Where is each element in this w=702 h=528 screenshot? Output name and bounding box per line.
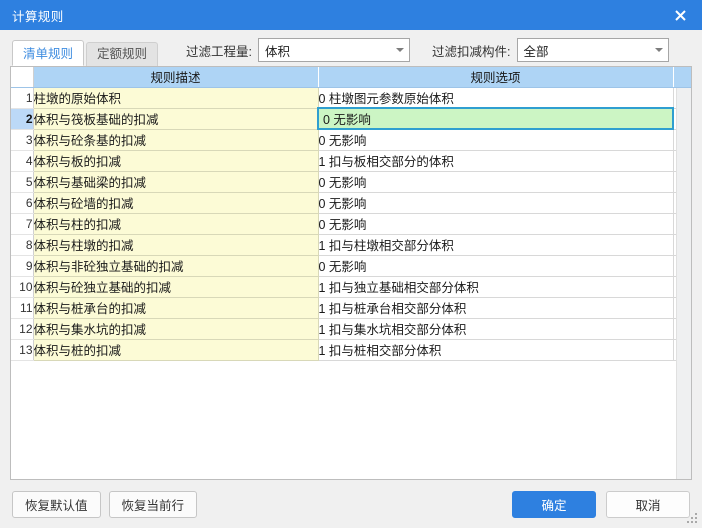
rule-description-cell[interactable]: 体积与桩的扣减 bbox=[33, 339, 319, 361]
rule-description-cell[interactable]: 体积与砼条基的扣减 bbox=[33, 129, 319, 151]
rule-option-cell[interactable]: 0 无影响 bbox=[317, 107, 674, 130]
row-number-cell[interactable]: 6 bbox=[11, 192, 34, 214]
table-row[interactable]: 10 体积与砼独立基础的扣减 1 扣与独立基础相交部分体积 bbox=[11, 276, 691, 298]
column-header-description[interactable]: 规则描述 bbox=[33, 67, 319, 88]
rule-option-cell[interactable]: 1 扣与桩承台相交部分体积 bbox=[318, 297, 674, 319]
rule-option-cell[interactable]: 0 无影响 bbox=[318, 255, 674, 277]
close-button[interactable] bbox=[658, 0, 702, 30]
row-number-cell[interactable]: 5 bbox=[11, 171, 34, 193]
filter-quantity-select[interactable]: 体积 bbox=[258, 38, 411, 62]
title-bar: 计算规则 bbox=[0, 0, 702, 30]
table-body: 1 柱墩的原始体积 0 柱墩图元参数原始体积 2 体积与筏板基础的扣减 0 无影响 3 体积与… bbox=[11, 87, 691, 361]
rule-option-cell[interactable]: 1 扣与柱墩相交部分体积 bbox=[318, 234, 674, 256]
rule-option-cell[interactable]: 1 扣与桩相交部分体积 bbox=[318, 339, 674, 361]
tab-list-rules[interactable]: 清单规则 bbox=[12, 40, 85, 66]
ok-button[interactable]: 确定 bbox=[512, 490, 596, 518]
row-number-cell[interactable]: 8 bbox=[11, 234, 34, 256]
table-row[interactable]: 11 体积与桩承台的扣减 1 扣与桩承台相交部分体积 bbox=[11, 297, 691, 319]
rule-option-cell[interactable]: 0 无影响 bbox=[318, 192, 674, 214]
table-row[interactable]: 13 体积与桩的扣减 1 扣与桩相交部分体积 bbox=[11, 339, 691, 361]
filter-quantity-group: 过滤工程量: 体积 bbox=[186, 38, 411, 62]
filter-deduction-value: 全部 bbox=[523, 44, 549, 59]
table-row[interactable]: 6 体积与砼墙的扣减 0 无影响 bbox=[11, 192, 691, 214]
resize-grip[interactable] bbox=[687, 513, 699, 525]
rule-option-cell[interactable]: 0 无影响 bbox=[318, 213, 674, 235]
chevron-down-icon bbox=[391, 39, 409, 61]
row-number-cell[interactable]: 12 bbox=[11, 318, 34, 340]
footer-bar: 恢复默认值 恢复当前行 确定 取消 bbox=[0, 480, 702, 528]
chevron-down-icon bbox=[650, 39, 668, 61]
rule-description-cell[interactable]: 体积与板的扣减 bbox=[33, 150, 319, 172]
row-number-cell[interactable]: 3 bbox=[11, 129, 34, 151]
tab-list-rules-label: 清单规则 bbox=[23, 47, 74, 61]
rules-grid[interactable]: 规则描述 规则选项 1 柱墩的原始体积 0 柱墩图元参数原始体积 2 体积与筏板基础的扣… bbox=[10, 66, 692, 480]
table-row[interactable]: 2 体积与筏板基础的扣减 0 无影响 bbox=[11, 107, 691, 130]
filter-deduction-select[interactable]: 全部 bbox=[516, 38, 669, 62]
row-number-cell[interactable]: 11 bbox=[11, 297, 34, 319]
filter-quantity-value: 体积 bbox=[265, 44, 291, 59]
tab-bar: 清单规则 定额规则 bbox=[12, 30, 159, 66]
restore-default-button[interactable]: 恢复默认值 bbox=[12, 490, 101, 518]
row-number-cell[interactable]: 2 bbox=[11, 108, 34, 130]
cancel-button[interactable]: 取消 bbox=[606, 490, 690, 518]
footer-right-actions: 确定 取消 bbox=[512, 490, 690, 518]
rule-option-cell[interactable]: 1 扣与板相交部分的体积 bbox=[318, 150, 674, 172]
grid-empty-area bbox=[11, 360, 691, 479]
toolbar: 清单规则 定额规则 过滤工程量: 体积 过滤扣减构件: 全部 bbox=[0, 30, 702, 66]
row-number-cell[interactable]: 7 bbox=[11, 213, 34, 235]
rule-option-cell[interactable]: 1 扣与集水坑相交部分体积 bbox=[318, 318, 674, 340]
footer-left-actions: 恢复默认值 恢复当前行 bbox=[12, 490, 198, 518]
row-number-cell[interactable]: 4 bbox=[11, 150, 34, 172]
rule-description-cell[interactable]: 体积与砼独立基础的扣减 bbox=[33, 276, 319, 298]
tab-quota-rules[interactable]: 定额规则 bbox=[86, 42, 159, 66]
column-header-spacer bbox=[673, 67, 691, 88]
window-title: 计算规则 bbox=[12, 9, 64, 24]
table-row[interactable]: 4 体积与板的扣减 1 扣与板相交部分的体积 bbox=[11, 150, 691, 172]
table-row[interactable]: 12 体积与集水坑的扣减 1 扣与集水坑相交部分体积 bbox=[11, 318, 691, 340]
vertical-scrollbar[interactable] bbox=[676, 88, 691, 479]
filter-deduction-group: 过滤扣减构件: 全部 bbox=[432, 38, 669, 62]
rule-option-cell[interactable]: 0 无影响 bbox=[318, 171, 674, 193]
rule-description-cell[interactable]: 体积与柱的扣减 bbox=[33, 213, 319, 235]
calculation-rules-dialog: 计算规则 清单规则 定额规则 过滤工程量: 体积 过滤扣减构件: 全部 规则描述… bbox=[0, 0, 702, 528]
row-number-cell[interactable]: 1 bbox=[11, 87, 34, 109]
close-icon bbox=[674, 9, 686, 21]
table-row[interactable]: 7 体积与柱的扣减 0 无影响 bbox=[11, 213, 691, 235]
table-row[interactable]: 8 体积与柱墩的扣减 1 扣与柱墩相交部分体积 bbox=[11, 234, 691, 256]
column-header-rownum bbox=[11, 67, 34, 88]
rule-description-cell[interactable]: 体积与筏板基础的扣减 bbox=[33, 108, 319, 130]
rule-description-cell[interactable]: 体积与非砼独立基础的扣减 bbox=[33, 255, 319, 277]
rule-description-cell[interactable]: 柱墩的原始体积 bbox=[33, 87, 319, 109]
rule-description-cell[interactable]: 体积与柱墩的扣减 bbox=[33, 234, 319, 256]
table-row[interactable]: 3 体积与砼条基的扣减 0 无影响 bbox=[11, 129, 691, 151]
tab-quota-rules-label: 定额规则 bbox=[97, 47, 148, 61]
table-row[interactable]: 9 体积与非砼独立基础的扣减 0 无影响 bbox=[11, 255, 691, 277]
rules-table: 规则描述 规则选项 1 柱墩的原始体积 0 柱墩图元参数原始体积 2 体积与筏板基础的扣… bbox=[11, 67, 691, 361]
filter-bar: 过滤工程量: 体积 过滤扣减构件: 全部 bbox=[186, 38, 669, 66]
rule-description-cell[interactable]: 体积与集水坑的扣减 bbox=[33, 318, 319, 340]
rule-description-cell[interactable]: 体积与基础梁的扣减 bbox=[33, 171, 319, 193]
table-header: 规则描述 规则选项 bbox=[11, 67, 691, 88]
row-number-cell[interactable]: 9 bbox=[11, 255, 34, 277]
rule-option-cell[interactable]: 0 柱墩图元参数原始体积 bbox=[318, 87, 674, 109]
row-number-cell[interactable]: 13 bbox=[11, 339, 34, 361]
rule-description-cell[interactable]: 体积与桩承台的扣减 bbox=[33, 297, 319, 319]
table-row[interactable]: 1 柱墩的原始体积 0 柱墩图元参数原始体积 bbox=[11, 87, 691, 109]
rule-option-cell[interactable]: 1 扣与独立基础相交部分体积 bbox=[318, 276, 674, 298]
rule-option-cell[interactable]: 0 无影响 bbox=[318, 129, 674, 151]
rule-description-cell[interactable]: 体积与砼墙的扣减 bbox=[33, 192, 319, 214]
filter-deduction-label: 过滤扣减构件: bbox=[432, 44, 511, 59]
column-header-option[interactable]: 规则选项 bbox=[318, 67, 674, 88]
restore-current-row-button[interactable]: 恢复当前行 bbox=[108, 490, 198, 518]
row-number-cell[interactable]: 10 bbox=[11, 276, 34, 298]
table-row[interactable]: 5 体积与基础梁的扣减 0 无影响 bbox=[11, 171, 691, 193]
filter-quantity-label: 过滤工程量: bbox=[186, 44, 253, 59]
